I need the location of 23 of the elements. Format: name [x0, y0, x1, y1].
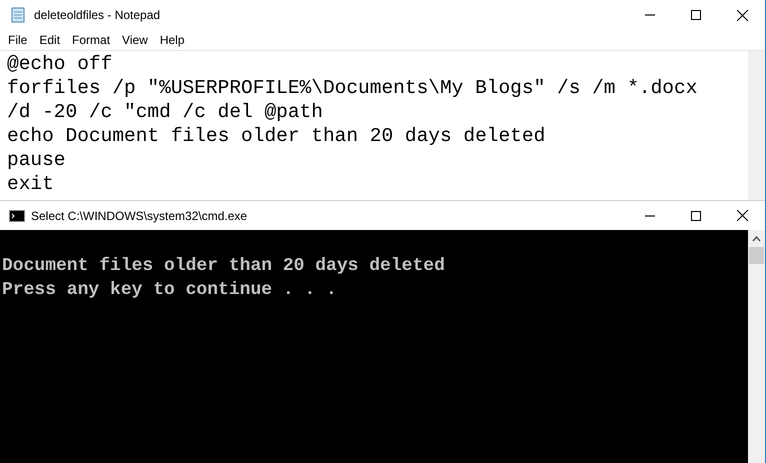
code-line: exit: [7, 172, 54, 196]
maximize-icon: [691, 10, 701, 20]
notepad-icon: [10, 7, 26, 23]
menu-item[interactable]: Edit: [33, 31, 66, 49]
menu-item[interactable]: Help: [154, 31, 191, 49]
window-title: Select C:\WINDOWS\system32\cmd.exe: [31, 208, 248, 224]
code-line: forfiles /p "%USERPROFILE%\Documents\My Blogs" /s /m *.docx: [7, 76, 698, 100]
maximize-icon: [691, 210, 701, 220]
menu-item[interactable]: View: [116, 31, 154, 49]
code-line: echo Document files older than 20 days deleted: [7, 124, 546, 148]
close-icon: [736, 210, 748, 221]
close-icon: [736, 10, 748, 20]
menu-item[interactable]: File: [2, 31, 34, 49]
code-line: /d -20 /c "cmd /c del @path: [7, 100, 323, 124]
code-line: pause: [7, 148, 66, 172]
menu-item[interactable]: Format: [66, 31, 116, 49]
console-output-line: Document files older than 20 days deleted: [2, 255, 445, 278]
scrollbar[interactable]: [748, 51, 765, 200]
console-output-line: Press any key to continue . . .: [2, 279, 337, 302]
window-title: deleteoldfiles - Notepad: [34, 7, 160, 24]
scrollbar-thumb[interactable]: [749, 247, 764, 264]
console-icon: [9, 210, 25, 222]
code-line: @echo off: [7, 52, 112, 76]
